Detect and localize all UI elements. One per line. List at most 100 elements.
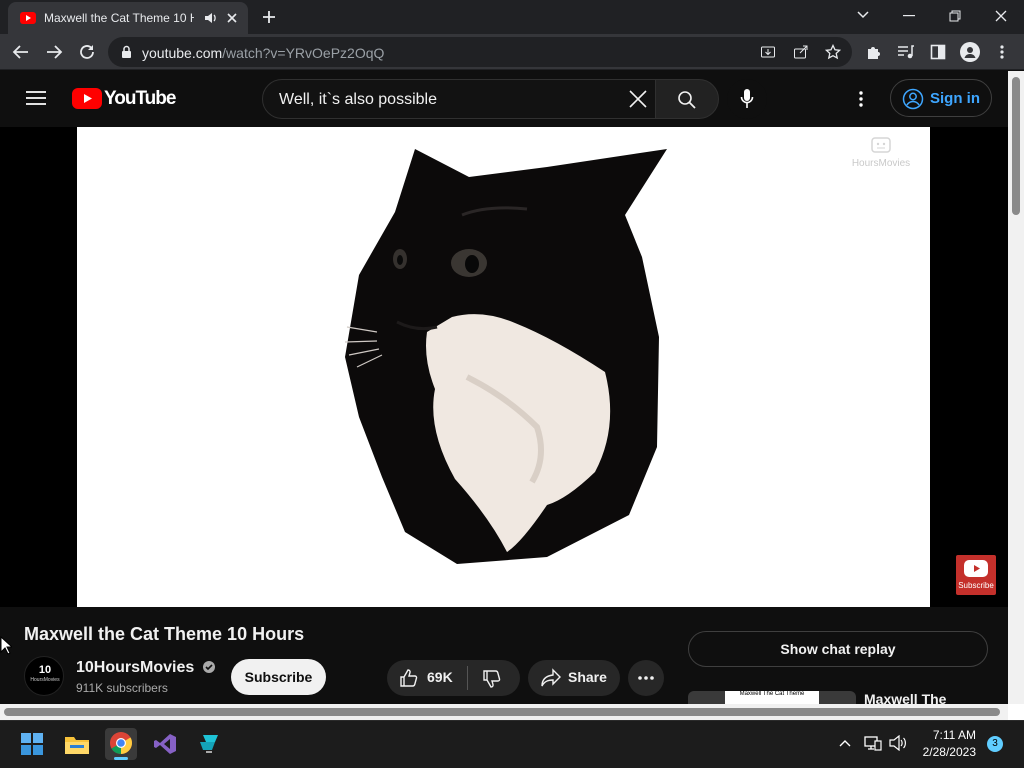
profile-icon [964,47,976,58]
minimize-icon [903,15,915,17]
subscribe-button[interactable]: Subscribe [231,659,326,695]
close-icon[interactable] [226,12,238,24]
minimize-button[interactable] [886,0,932,32]
horizontal-scrollbar[interactable] [0,704,1008,720]
star-icon[interactable] [825,44,841,60]
active-indicator [114,757,128,760]
browser-tab[interactable]: Maxwell the Cat Theme 10 H [8,2,248,34]
chevron-up-icon[interactable] [838,737,852,749]
notification-badge[interactable]: 3 [987,736,1003,752]
more-actions-button[interactable] [628,660,664,696]
show-chat-replay-button[interactable]: Show chat replay [688,631,988,667]
avatar-text-top: 10 [38,664,52,676]
search-input[interactable]: Well, it`s also possible [262,79,656,119]
search-icon [678,91,696,109]
voice-search-button[interactable] [727,79,767,119]
app-icon [200,735,218,753]
clear-icon[interactable] [629,90,647,108]
volume-icon[interactable] [889,735,907,751]
more-horizontal-icon [638,676,654,680]
youtube-logo-icon [72,88,102,109]
visual-studio-button[interactable] [149,728,181,760]
app-taskbar-button[interactable] [193,728,225,760]
windows-start-icon [21,733,43,755]
channel-watermark: HoursMovies [838,136,924,176]
search-query: Well, it`s also possible [279,91,437,108]
youtube-play-icon [964,560,988,577]
thumbs-down-icon [483,670,501,688]
sidepanel-icon[interactable] [930,44,946,60]
video-title: Maxwell the Cat Theme 10 Hours [24,624,305,644]
speaker-icon[interactable] [204,12,218,24]
channel-avatar[interactable]: 10 HoursMovies [24,656,64,696]
lock-icon[interactable] [121,45,132,59]
vertical-scroll-thumb[interactable] [1012,77,1020,215]
sign-in-label: Sign in [930,90,980,107]
youtube-logo-text: YouTube [104,88,176,109]
recommended-thumbnail[interactable]: Maxwell The Cat Theme [688,691,856,704]
sign-in-button[interactable]: Sign in [890,79,992,117]
mouse-cursor-icon [0,636,12,655]
chrome-taskbar-button[interactable] [105,728,137,760]
recommended-title[interactable]: Maxwell The [864,691,946,704]
url-host: youtube.com [142,45,223,61]
more-icon[interactable] [855,90,867,108]
verified-icon [202,661,215,673]
share-icon[interactable] [793,44,809,60]
hamburger-icon[interactable] [26,90,46,106]
back-icon[interactable] [12,43,30,61]
account-icon [902,88,924,110]
extensions-icon[interactable] [866,44,882,60]
window-close-button[interactable] [978,0,1024,32]
tab-title: Maxwell the Cat Theme 10 H [44,11,194,25]
restore-button[interactable] [932,0,978,32]
visual-studio-icon [154,734,176,754]
forward-icon[interactable] [45,43,63,61]
address-bar[interactable]: youtube.com/watch?v=YRvOePz2OqQ [108,37,852,67]
subscribe-watermark-label: Subscribe [958,581,994,590]
url-text: youtube.com/watch?v=YRvOePz2OqQ [142,45,384,61]
share-arrow-icon [541,668,561,687]
share-button[interactable]: Share [528,660,620,696]
watermark-icon [871,137,891,153]
watermark-text: HoursMovies [851,158,911,169]
youtube-logo[interactable]: YouTube [72,85,176,111]
browser-toolbar: youtube.com/watch?v=YRvOePz2OqQ [0,34,1024,70]
mic-icon [740,89,754,108]
like-button[interactable]: 69K [387,660,467,696]
youtube-header: YouTube Well, it`s also possible Sign in [0,71,1008,127]
reload-icon[interactable] [78,43,96,61]
file-explorer-icon [65,737,89,754]
vertical-scrollbar[interactable] [1008,71,1024,704]
dislike-button[interactable] [468,660,520,696]
restore-icon [949,10,961,22]
subscribe-watermark[interactable]: Subscribe [956,555,996,595]
horizontal-scroll-thumb[interactable] [4,708,1000,716]
start-button[interactable] [16,728,48,760]
url-path: /watch?v=YRvOePz2OqQ [222,45,385,61]
youtube-favicon [20,12,36,24]
like-dislike-group: 69K [387,660,520,696]
menu-dots-icon[interactable] [996,44,1008,60]
tab-strip: Maxwell the Cat Theme 10 H [0,0,1024,34]
channel-name[interactable]: 10HoursMovies [76,659,216,677]
new-tab-icon[interactable] [261,9,277,25]
network-icon[interactable] [864,735,882,751]
profile-button[interactable] [960,42,980,62]
rec-thumb-text: Maxwell The Cat Theme [725,691,819,704]
chrome-icon [110,732,132,754]
thumbs-up-icon [400,669,418,687]
window-close-icon [995,10,1007,22]
install-icon[interactable] [760,44,776,60]
search-button[interactable] [655,79,719,119]
video-frame[interactable] [77,127,930,607]
file-explorer-button[interactable] [61,728,93,760]
chevron-down-icon[interactable] [856,10,870,20]
scrollbar-corner [1008,704,1024,720]
clock-date[interactable]: 2/28/2023 [914,745,976,759]
subscriber-count: 911K subscribers [76,681,168,695]
like-count: 69K [427,669,453,685]
cat-image [344,149,667,564]
clock-time[interactable]: 7:11 AM [920,728,976,742]
media-icon[interactable] [897,44,915,60]
